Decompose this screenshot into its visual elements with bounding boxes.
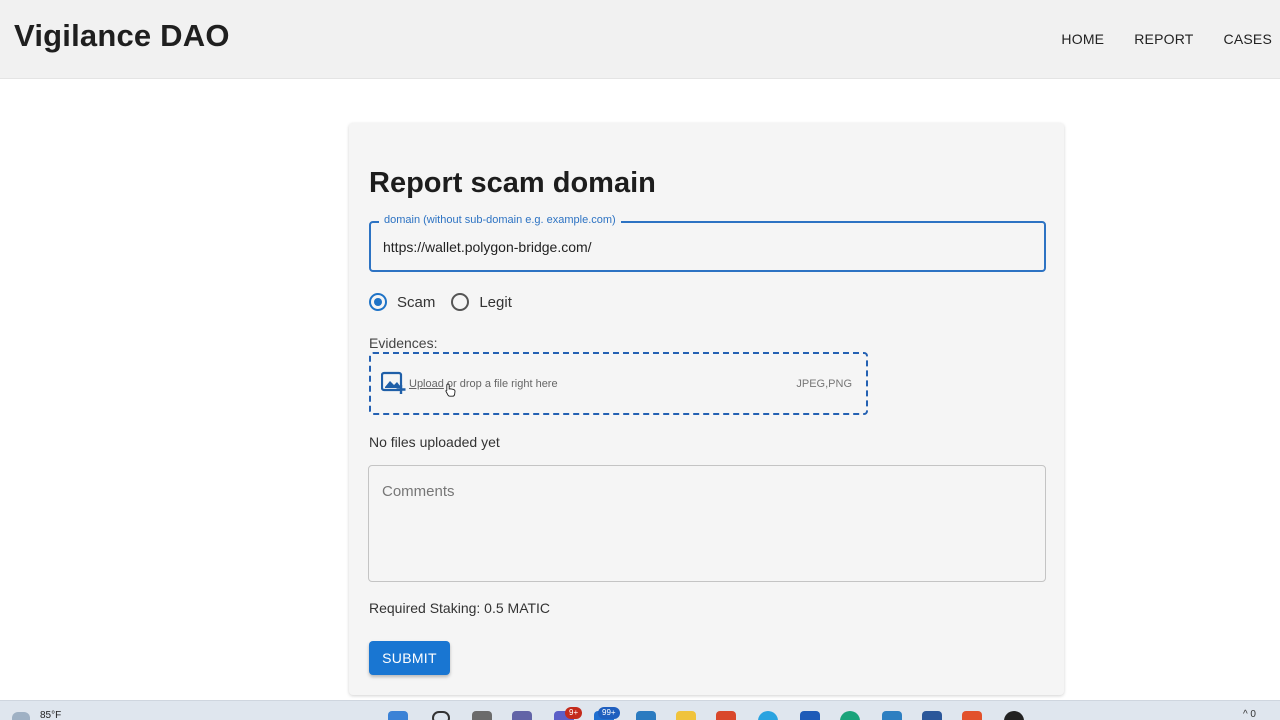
edge-icon[interactable] [840,711,860,720]
windows-taskbar: 85°F 9+ 99+ ^ 0 [0,700,1280,720]
windows-icon[interactable] [388,711,408,720]
domain-field[interactable]: domain (without sub-domain e.g. example.… [369,214,1046,272]
domain-field-label: domain (without sub-domain e.g. example.… [379,214,621,226]
teams-icon[interactable] [512,711,532,720]
telegram-icon[interactable] [758,711,778,720]
comments-placeholder: Comments [382,483,455,500]
folder-icon[interactable] [676,711,696,720]
evidence-label: Evidences: [369,335,438,351]
upload-hint: or drop a file right here [443,378,558,390]
report-form-card: Report scam domain domain (without sub-d… [349,123,1064,695]
comments-textarea[interactable]: Comments [368,465,1046,582]
staking-info: Required Staking: 0.5 MATIC [369,600,551,616]
verdict-radio-group: Scam Legit [369,293,512,311]
hand-cursor-icon [445,383,457,402]
task-view-icon[interactable] [472,711,492,720]
nav-home[interactable]: HOME [1061,31,1104,47]
nav-cases[interactable]: CASES [1224,31,1272,47]
app-icon[interactable] [800,711,820,720]
radio-legit[interactable]: Legit [451,293,512,311]
radio-legit-label: Legit [479,293,512,311]
page-title: Report scam domain [369,167,656,199]
word-icon[interactable] [922,711,942,720]
mail-badge: 99+ [598,707,620,719]
submit-button[interactable]: SUBMIT [369,641,450,675]
no-files-message: No files uploaded yet [369,434,500,450]
radio-unchecked-icon[interactable] [451,293,470,311]
office-icon[interactable] [716,711,736,720]
brave-icon[interactable] [962,711,982,720]
upload-instructions: Upload or drop a file right here [409,378,558,390]
brand-title[interactable]: Vigilance DAO [14,18,230,54]
weather-temperature[interactable]: 85°F [40,710,61,720]
system-tray[interactable]: ^ 0 [1243,709,1256,720]
add-image-icon [380,371,407,400]
file-dropzone[interactable]: Upload or drop a file right here JPEG,PN… [369,352,868,415]
radio-scam-label: Scam [397,293,436,311]
radio-checked-icon[interactable] [369,293,387,311]
domain-input[interactable]: https://wallet.polygon-bridge.com/ [383,239,592,255]
store-icon[interactable] [636,711,656,720]
calculator-icon[interactable] [882,711,902,720]
search-icon[interactable] [432,711,450,720]
radio-scam[interactable]: Scam [369,293,435,311]
main-nav: HOME REPORT CASES [1061,31,1272,47]
nav-report[interactable]: REPORT [1134,31,1193,47]
chat-badge: 9+ [565,707,583,719]
accepted-file-types: JPEG,PNG [796,378,852,390]
app-header: Vigilance DAO HOME REPORT CASES [0,0,1280,79]
github-icon[interactable] [1004,711,1024,720]
upload-link[interactable]: Upload [409,378,444,390]
weather-icon[interactable] [12,712,30,720]
